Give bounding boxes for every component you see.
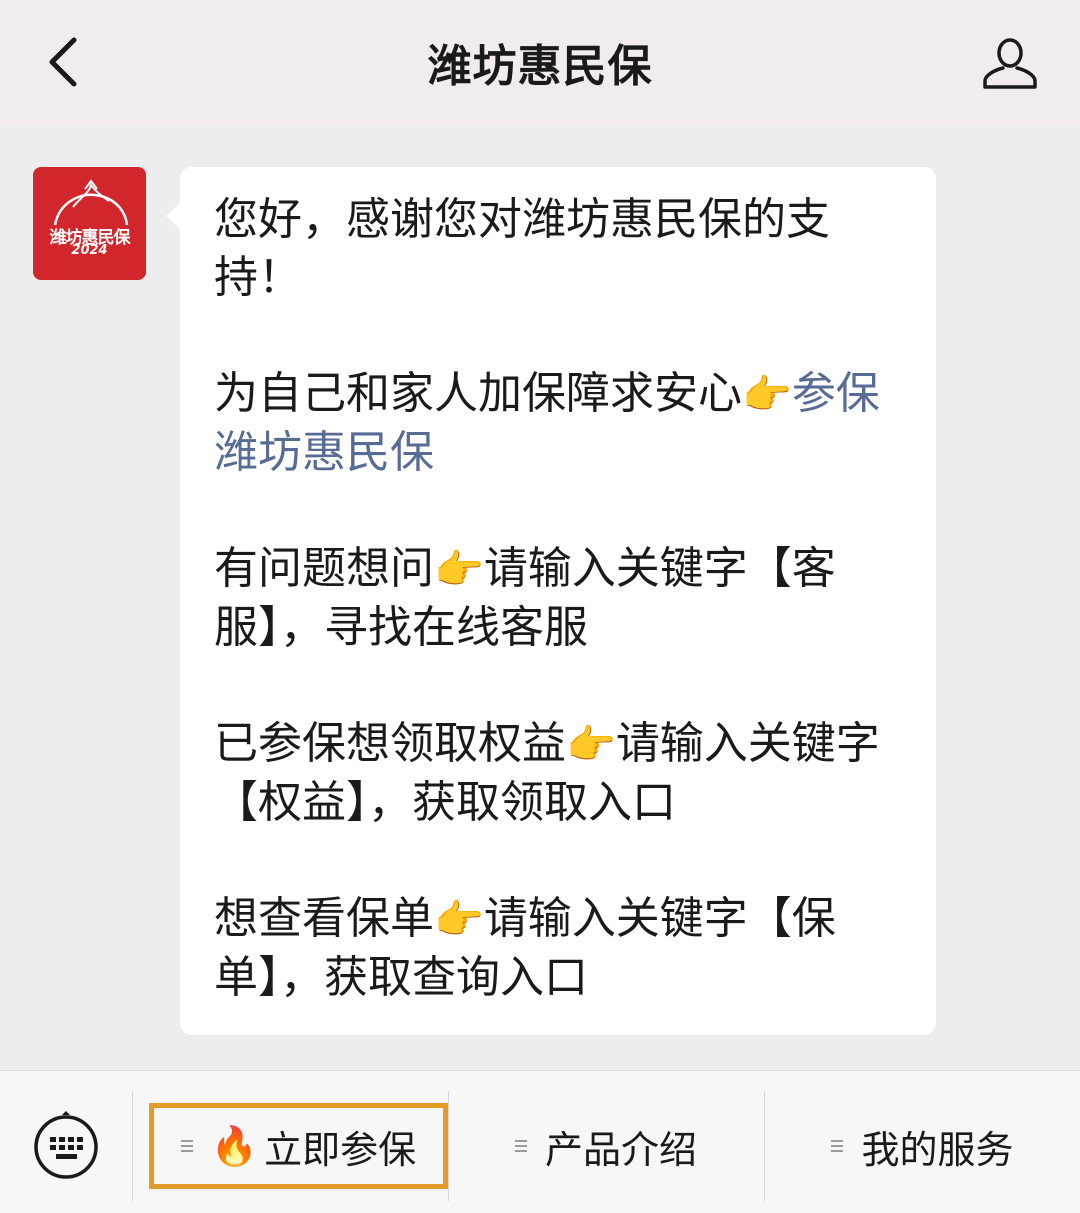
keyboard-toggle-button[interactable]: [32, 1111, 100, 1179]
pointing-hand-icon: 👉: [566, 722, 616, 768]
paragraph-text: 想查看保单: [214, 893, 434, 944]
pointing-hand-icon: 👉: [434, 897, 484, 943]
menu-item-enroll-now[interactable]: 🔥 立即参保: [149, 1103, 448, 1189]
menu-item-label: 产品介绍: [544, 1127, 697, 1172]
paragraph-text: 有问题想问: [214, 543, 434, 594]
keyboard-icon: [34, 1111, 98, 1179]
pointing-hand-icon: 👉: [434, 547, 484, 593]
message-paragraph: 已参保想领取权益👉请输入关键字【权益】，获取领取入口: [214, 715, 902, 832]
greeting-text: 您好，感谢您对潍坊惠民保的支持！: [214, 194, 830, 303]
navigation-bar: 潍坊惠民保: [0, 0, 1080, 124]
account-avatar[interactable]: 潍坊惠民保 2024: [33, 167, 146, 280]
menu-lines-icon: [180, 1137, 193, 1155]
fire-icon: 🔥: [210, 1123, 259, 1168]
message-paragraph: 为自己和家人加保障求安心👉参保潍坊惠民保: [214, 365, 902, 482]
bubble-tail: [166, 202, 181, 230]
back-button[interactable]: [30, 30, 94, 94]
avatar-year-text: 2024: [71, 243, 108, 258]
menu-item-product-intro[interactable]: 产品介绍: [449, 1103, 763, 1189]
pointing-hand-icon: 👉: [742, 372, 792, 418]
profile-button[interactable]: [978, 32, 1042, 96]
page-title: 潍坊惠民保: [427, 41, 653, 92]
menu-item-label: 立即参保: [264, 1127, 417, 1172]
message-paragraph: 想查看保单👉请输入关键字【保单】，获取查询入口: [214, 890, 902, 1007]
bottom-menu-bar: 🔥 立即参保 产品介绍 我的服务: [0, 1070, 1080, 1213]
paragraph-text: 已参保想领取权益: [214, 718, 566, 769]
paragraph-text: 为自己和家人加保障求安心: [214, 368, 742, 419]
menu-lines-icon: [514, 1137, 527, 1155]
menu-divider: [132, 1091, 133, 1201]
menu-lines-icon: [831, 1137, 844, 1155]
message-bubble: 您好，感谢您对潍坊惠民保的支持！ 为自己和家人加保障求安心👉参保潍坊惠民保 有问…: [180, 167, 936, 1035]
message-paragraph: 有问题想问👉请输入关键字【客服】，寻找在线客服: [214, 540, 902, 657]
user-icon: [983, 38, 1037, 89]
menu-item-my-services[interactable]: 我的服务: [765, 1103, 1080, 1189]
menu-item-label: 我的服务: [861, 1127, 1014, 1172]
chevron-left-icon: [49, 37, 77, 87]
